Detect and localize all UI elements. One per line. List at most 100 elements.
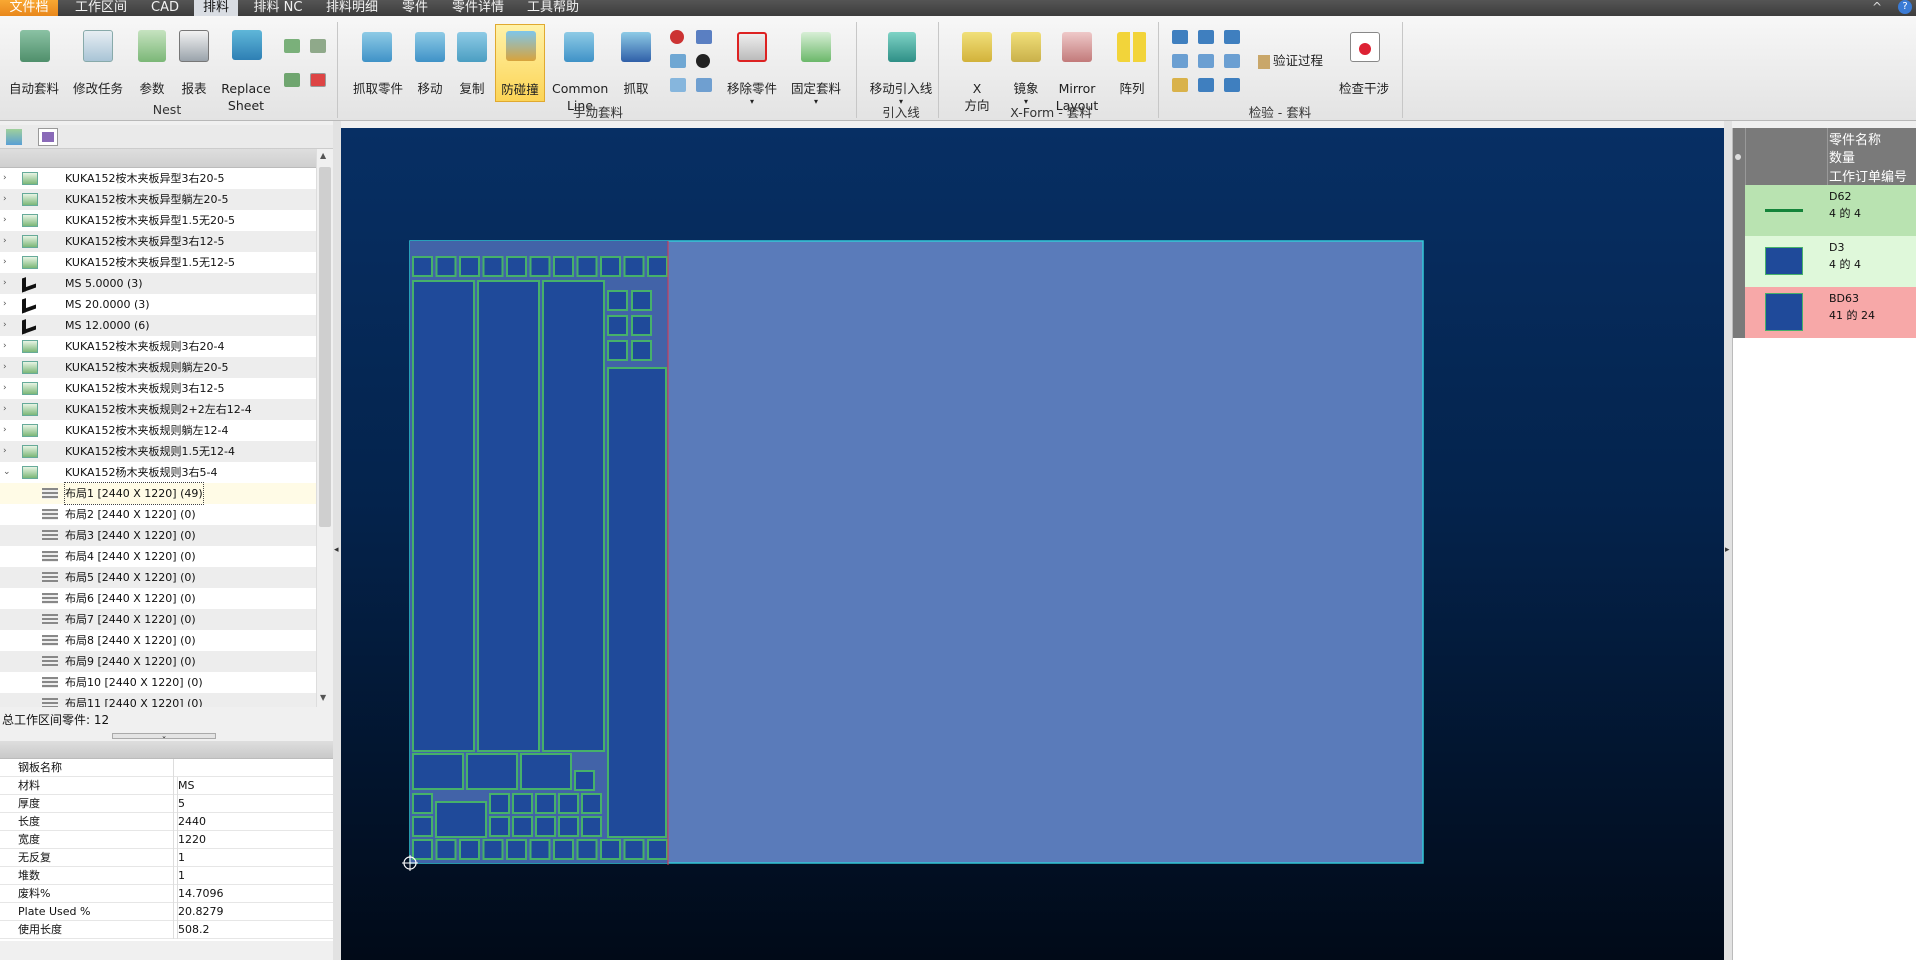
expand-icon[interactable]: ›	[3, 357, 7, 378]
scroll-down-icon[interactable]: ▼	[320, 693, 326, 702]
small-tool-icon[interactable]	[696, 54, 710, 68]
property-row[interactable]: 钢板名称	[0, 759, 333, 777]
tree-item[interactable]: › KUKA152桉木夹板规则3右20-4	[0, 336, 316, 357]
nested-part[interactable]	[435, 839, 457, 860]
scroll-up-icon[interactable]: ▲	[320, 151, 326, 160]
tree-item[interactable]: › KUKA152桉木夹板异型3右12-5	[0, 231, 316, 252]
small-tool-icon[interactable]	[1198, 78, 1214, 92]
nest-canvas[interactable]	[341, 128, 1724, 960]
tree-item[interactable]: › MS 5.0000 (3)	[0, 273, 316, 294]
nested-part[interactable]	[607, 340, 628, 361]
part-row[interactable]: D3 4 的 4	[1733, 236, 1916, 287]
verify-process-button[interactable]: 验证过程	[1258, 52, 1332, 72]
nest-drawing[interactable]	[341, 128, 1724, 960]
property-row[interactable]: 宽度 1220	[0, 831, 333, 849]
nested-part[interactable]	[535, 816, 556, 837]
nested-part[interactable]	[623, 839, 645, 860]
right-collapse-strip[interactable]: ▸	[1724, 121, 1732, 960]
tree-item[interactable]: › KUKA152桉木夹板规则躺左12-4	[0, 420, 316, 441]
nested-part[interactable]	[435, 256, 457, 277]
tree-item[interactable]: › KUKA152桉木夹板异型躺左20-5	[0, 189, 316, 210]
tree-view-icon[interactable]	[6, 129, 22, 145]
small-tool-icon[interactable]	[1224, 54, 1240, 68]
tree-item[interactable]: › MS 12.0000 (6)	[0, 315, 316, 336]
small-tool-icon[interactable]	[696, 78, 712, 92]
tab-nesting-detail[interactable]: 排料明细	[318, 0, 386, 16]
nested-part[interactable]	[576, 839, 598, 860]
expand-icon[interactable]: ›	[3, 336, 7, 357]
move-button[interactable]: 移动	[414, 30, 446, 100]
tree-item[interactable]: › MS 20.0000 (3)	[0, 294, 316, 315]
anti-collision-button[interactable]: 防碰撞	[495, 24, 545, 102]
tree-layout-item[interactable]: 布局9 [2440 X 1220] (0)	[0, 651, 316, 672]
auto-nest-button[interactable]: 自动套料	[6, 30, 62, 100]
small-tool-icon[interactable]	[1198, 30, 1214, 44]
report-button[interactable]: 报表	[176, 30, 212, 100]
tab-file[interactable]: 文件档	[0, 0, 58, 16]
nested-part[interactable]	[574, 770, 595, 791]
tree-item[interactable]: › KUKA152桉木夹板异型1.5无12-5	[0, 252, 316, 273]
nested-part[interactable]	[435, 801, 487, 838]
tree-layout-item[interactable]: 布局5 [2440 X 1220] (0)	[0, 567, 316, 588]
small-tool-icon[interactable]	[696, 30, 712, 44]
small-tool-icon[interactable]	[1224, 30, 1240, 44]
property-row[interactable]: 厚度 5	[0, 795, 333, 813]
nested-part[interactable]	[459, 256, 480, 277]
small-tool-icon[interactable]	[670, 78, 686, 92]
minimize-ribbon-icon[interactable]: ^	[1872, 0, 1882, 14]
property-row[interactable]: Plate Used % 20.8279	[0, 903, 333, 921]
layout-view-icon[interactable]	[38, 128, 58, 146]
expand-icon[interactable]: ›	[3, 441, 7, 462]
nested-part[interactable]	[482, 256, 504, 277]
small-tool-icon[interactable]	[670, 30, 684, 44]
tab-part-detail[interactable]: 零件详情	[444, 0, 512, 16]
nested-part[interactable]	[520, 753, 572, 790]
tree-item[interactable]: › KUKA152桉木夹板规则3右12-5	[0, 378, 316, 399]
grab-button[interactable]: 抓取	[620, 30, 652, 100]
tree-layout-item[interactable]: 布局3 [2440 X 1220] (0)	[0, 525, 316, 546]
nested-part[interactable]	[607, 315, 628, 336]
tab-parts[interactable]: 零件	[392, 0, 438, 16]
nested-part[interactable]	[482, 839, 504, 860]
tree-layout-item[interactable]: 布局10 [2440 X 1220] (0)	[0, 672, 316, 693]
check-icon[interactable]	[310, 73, 326, 87]
expand-icon[interactable]: ›	[3, 273, 7, 294]
tab-nesting[interactable]: 排料	[194, 0, 238, 16]
nested-part[interactable]	[489, 816, 510, 837]
array-button[interactable]: 阵列	[1114, 30, 1150, 100]
nested-part[interactable]	[623, 256, 645, 277]
tree-item[interactable]: › KUKA152桉木夹板规则2+2左右12-4	[0, 399, 316, 420]
small-tool-icon[interactable]	[284, 73, 300, 87]
nested-part[interactable]	[506, 256, 527, 277]
property-row[interactable]: 长度 2440	[0, 813, 333, 831]
nested-part[interactable]	[607, 290, 628, 311]
nested-part[interactable]	[600, 839, 621, 860]
scroll-thumb[interactable]	[319, 167, 331, 527]
nested-part[interactable]	[477, 280, 540, 752]
nested-part[interactable]	[412, 753, 464, 790]
small-tool-icon[interactable]	[310, 39, 326, 53]
tab-workspace[interactable]: 工作区间	[64, 0, 138, 16]
nested-part[interactable]	[581, 816, 602, 837]
nested-part[interactable]	[647, 839, 668, 860]
part-row[interactable]: BD63 41 的 24	[1733, 287, 1916, 338]
tree-item[interactable]: ⌄ KUKA152杨木夹板规则3右5-4	[0, 462, 316, 483]
small-tool-icon[interactable]	[1172, 30, 1188, 44]
nested-part[interactable]	[558, 793, 579, 814]
replace-sheet-button[interactable]: Replace Sheet	[218, 30, 274, 113]
x-direction-button[interactable]: X 方向	[952, 30, 1002, 114]
expand-icon[interactable]: ›	[3, 315, 7, 336]
collapse-icon[interactable]: ⌄	[3, 462, 11, 483]
nested-part[interactable]	[647, 256, 668, 277]
help-icon[interactable]: ?	[1898, 0, 1912, 14]
expand-icon[interactable]: ›	[3, 420, 7, 441]
tree-item[interactable]: › KUKA152桉木夹板规则1.5无12-4	[0, 441, 316, 462]
expand-icon[interactable]: ›	[3, 294, 7, 315]
move-leadin-button[interactable]: 移动引入线 ▾	[866, 30, 936, 110]
tree-item[interactable]: › KUKA152桉木夹板异型3右20-5	[0, 168, 316, 189]
nested-part[interactable]	[466, 753, 518, 790]
collapse-right-icon[interactable]: ▸	[1725, 545, 1730, 555]
nested-part[interactable]	[631, 340, 652, 361]
expand-icon[interactable]: ›	[3, 231, 7, 252]
nested-part[interactable]	[558, 816, 579, 837]
